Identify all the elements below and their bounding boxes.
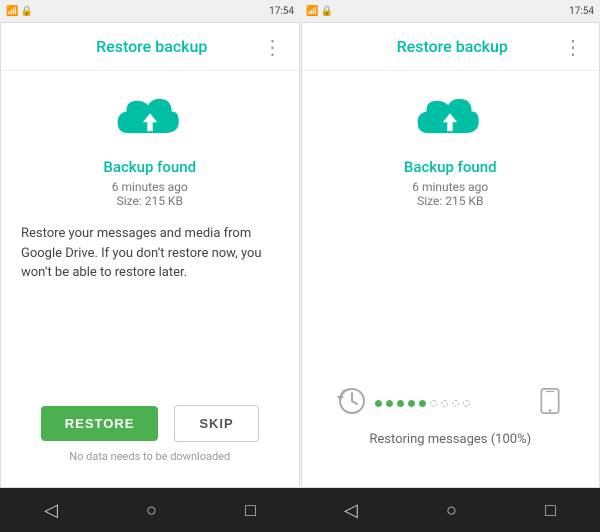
right-backup-found: Backup found (404, 158, 497, 176)
right-time: 17:54 (569, 6, 594, 17)
home-button[interactable]: ○ (122, 492, 181, 529)
phone-icon: 📶 (6, 6, 18, 17)
home-button-right[interactable]: ○ (422, 492, 481, 529)
dot-9 (463, 400, 470, 407)
left-restore-description: Restore your messages and media from Goo… (17, 224, 283, 315)
restore-button[interactable]: RESTORE (41, 406, 159, 441)
left-more-icon[interactable]: ⋮ (263, 35, 283, 59)
wifi-icon: 🔒 (20, 6, 32, 17)
dot-4 (408, 400, 415, 407)
right-progress-area: Restoring messages (100%) (318, 386, 584, 447)
dot-5 (419, 400, 426, 407)
phone-device-icon (537, 388, 563, 418)
right-content: Backup found 6 minutes ago Size: 215 KB (302, 71, 600, 487)
dot-7 (441, 400, 448, 407)
skip-button[interactable]: SKIP (174, 405, 258, 442)
left-buttons-row: RESTORE SKIP (41, 405, 259, 442)
right-backup-time: 6 minutes ago (412, 180, 488, 194)
left-backup-size: Size: 215 KB (117, 194, 183, 208)
left-phone-panel: Restore backup ⋮ Backup (0, 22, 300, 488)
recents-button-right[interactable]: □ (521, 492, 580, 529)
right-title: Restore backup (342, 37, 564, 56)
status-bar-left: 📶 🔒 17:54 (0, 0, 300, 22)
dot-8 (452, 400, 459, 407)
right-phone-panel: Restore backup ⋮ Backup found 6 minutes … (301, 22, 600, 488)
phone-icon2: 📶 (306, 6, 318, 17)
recents-button[interactable]: □ (221, 492, 280, 529)
left-title: Restore backup (41, 37, 263, 56)
back-button[interactable]: ◁ (20, 492, 82, 529)
left-no-data: No data needs to be downloaded (69, 450, 230, 463)
dot-3 (397, 400, 404, 407)
wifi-icon2: 🔒 (320, 6, 332, 17)
right-status-icons: 📶 🔒 (306, 6, 333, 17)
dual-status-bar: 📶 🔒 17:54 📶 🔒 17:54 (0, 0, 600, 22)
status-bar-right: 📶 🔒 17:54 (300, 0, 600, 22)
right-backup-size: Size: 215 KB (417, 194, 483, 208)
dots-track (375, 400, 529, 407)
back-button-right[interactable]: ◁ (320, 492, 382, 529)
dot-1 (375, 400, 382, 407)
left-content: Backup found 6 minutes ago Size: 215 KB … (1, 71, 299, 487)
left-time: 17:54 (269, 6, 294, 17)
history-clock-icon (337, 386, 367, 420)
right-cloud-icon (414, 95, 486, 150)
panels-container: Restore backup ⋮ Backup (0, 22, 600, 488)
left-backup-time: 6 minutes ago (112, 180, 188, 194)
nav-bar: ◁ ○ □ ◁ ○ □ (0, 488, 600, 532)
right-restoring-text: Restoring messages (100%) (369, 432, 531, 447)
right-app-bar: Restore backup ⋮ (302, 23, 600, 71)
left-app-bar: Restore backup ⋮ (1, 23, 299, 71)
progress-track (337, 386, 563, 420)
left-backup-found: Backup found (103, 158, 196, 176)
right-more-icon[interactable]: ⋮ (563, 35, 583, 59)
left-cloud-icon (114, 95, 186, 150)
dot-6 (430, 400, 437, 407)
dot-2 (386, 400, 393, 407)
left-status-icons: 📶 🔒 (6, 6, 33, 17)
